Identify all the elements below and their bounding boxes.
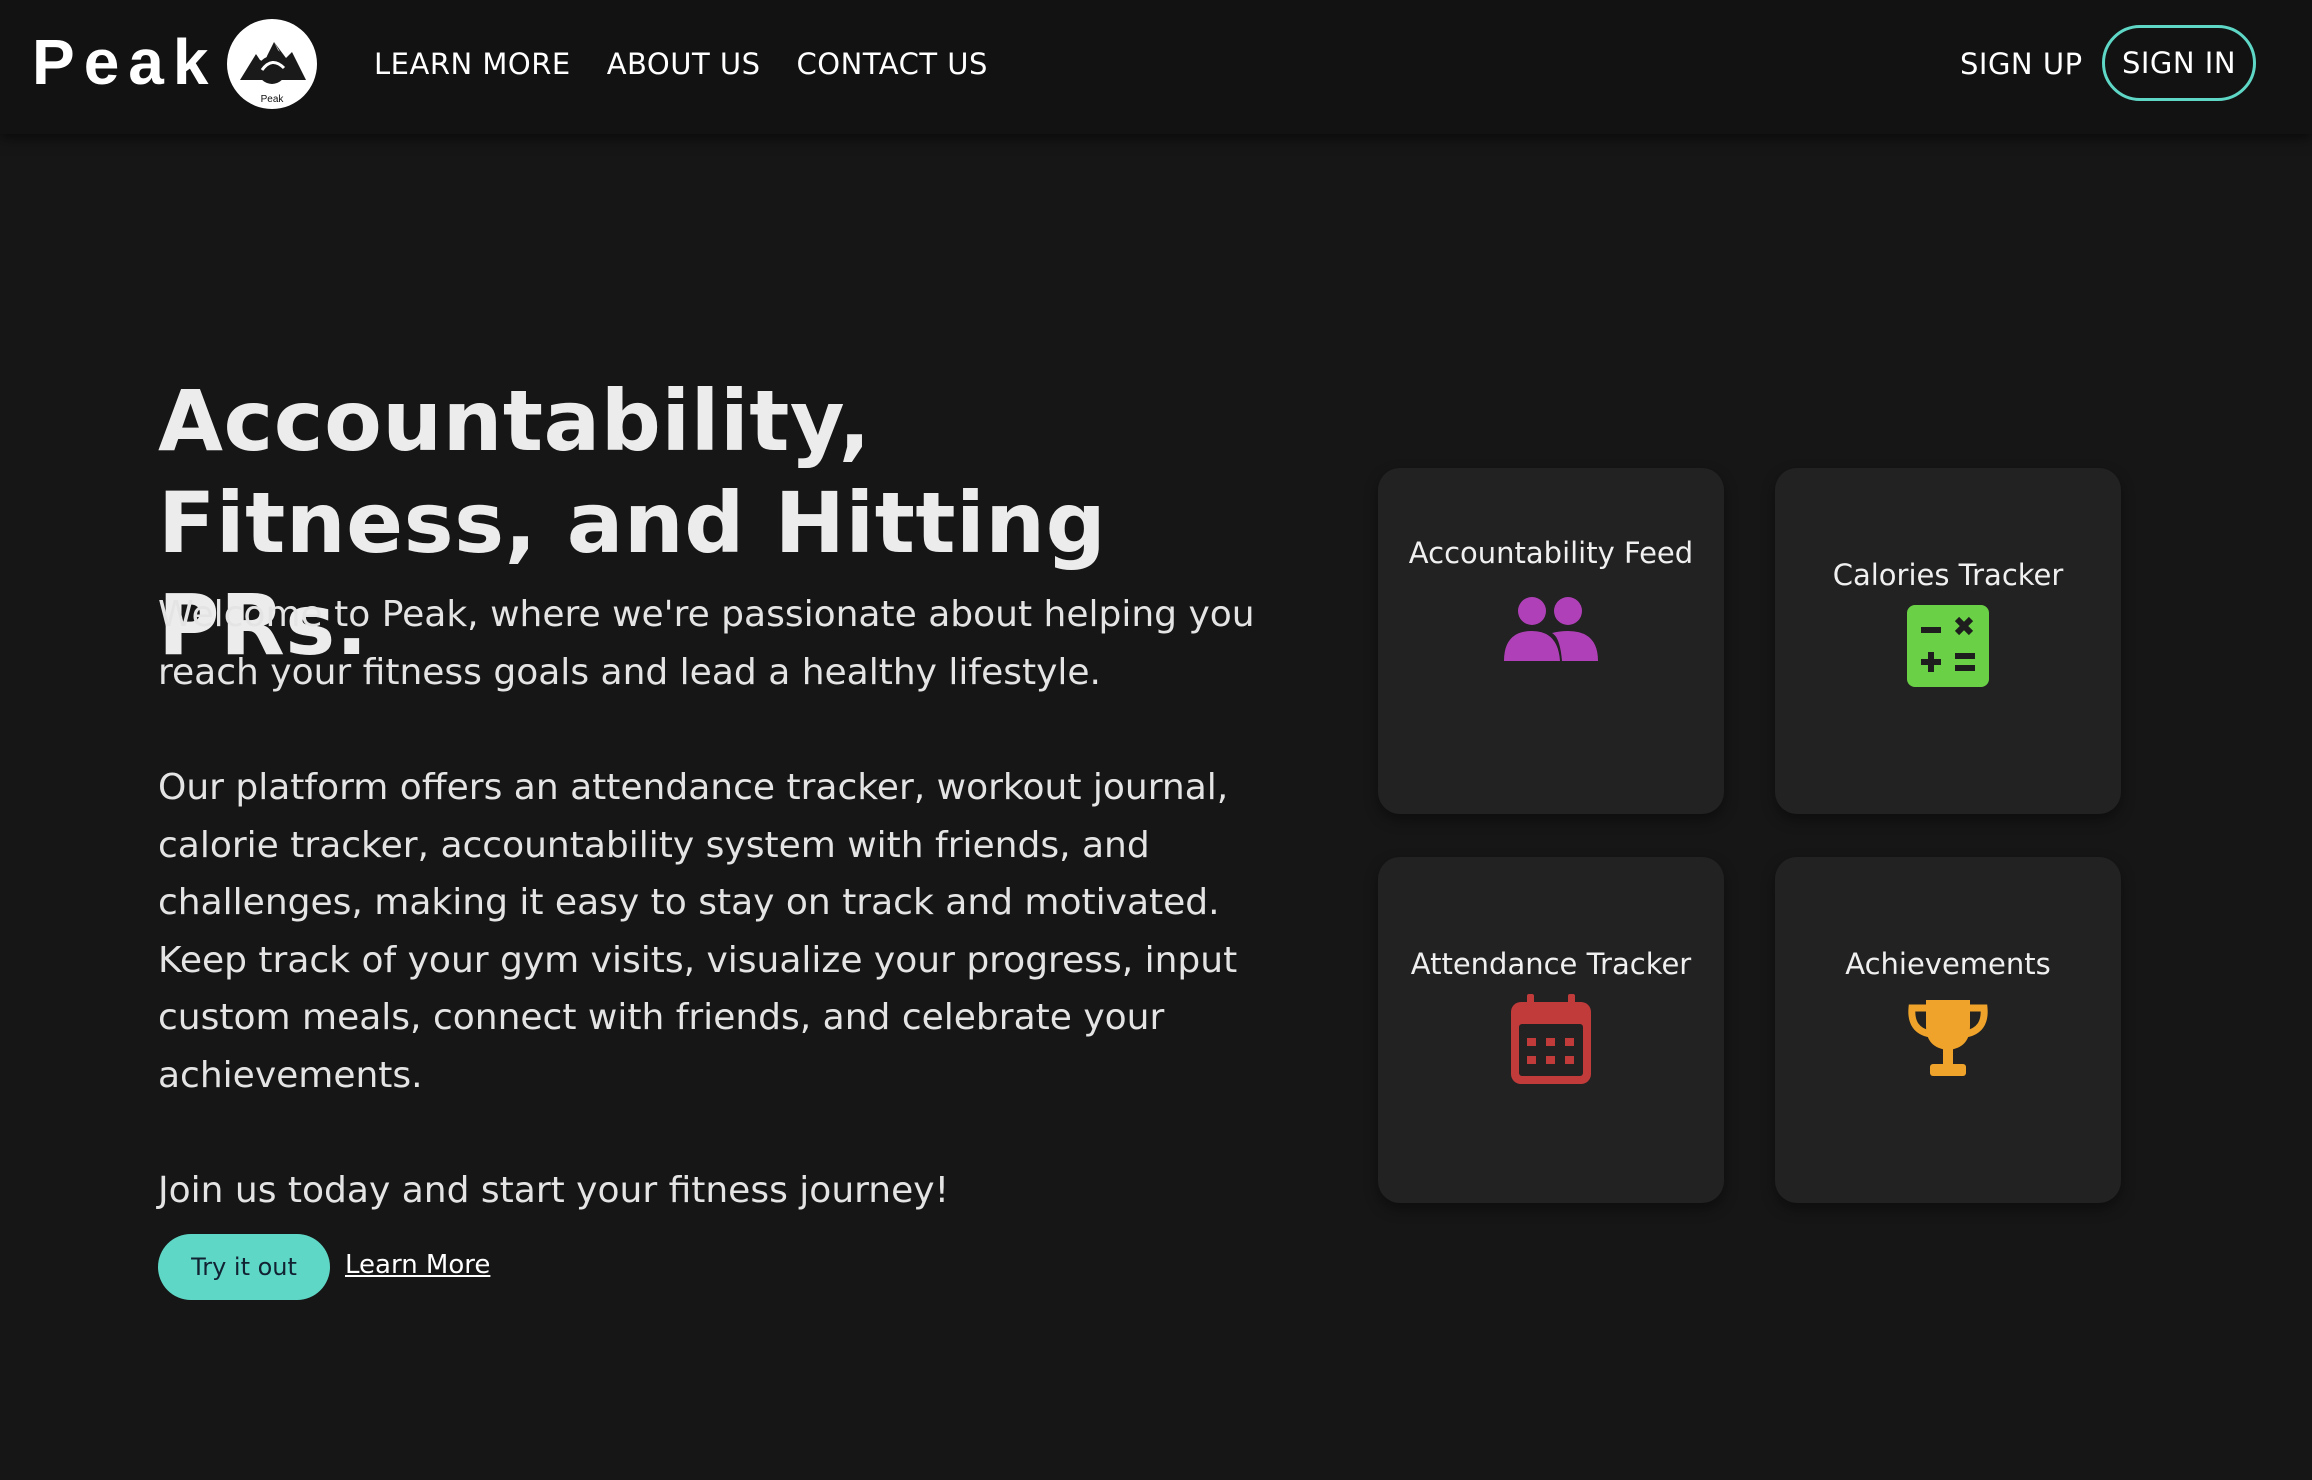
feature-card-label: Attendance Tracker bbox=[1410, 947, 1692, 981]
users-icon bbox=[1504, 597, 1598, 661]
feature-card-calories-tracker[interactable]: Calories Tracker bbox=[1775, 468, 2121, 814]
try-it-out-button[interactable]: Try it out bbox=[158, 1234, 330, 1300]
calendar-icon bbox=[1511, 994, 1591, 1084]
hero-intro: Welcome to Peak, where we're passionate … bbox=[158, 594, 1255, 693]
nav-contact-us[interactable]: CONTACT US bbox=[797, 47, 988, 81]
main-nav: LEARN MORE ABOUT US CONTACT US bbox=[374, 42, 988, 86]
nav-about-us[interactable]: ABOUT US bbox=[607, 47, 761, 81]
top-navbar: Peak Peak LEARN MORE ABOUT US CONTACT US… bbox=[0, 0, 2312, 134]
sign-up-container: SIGN UP bbox=[1960, 42, 2083, 86]
trophy-icon bbox=[1908, 1000, 1988, 1076]
feature-card-label: Achievements bbox=[1845, 947, 2051, 981]
hero-call-to-action: Join us today and start your fitness jou… bbox=[158, 1170, 949, 1211]
feature-card-label: Calories Tracker bbox=[1832, 558, 2064, 592]
feature-card-attendance-tracker[interactable]: Attendance Tracker bbox=[1378, 857, 1724, 1203]
learn-more-link[interactable]: Learn More bbox=[345, 1250, 490, 1280]
feature-card-label: Accountability Feed bbox=[1408, 536, 1694, 570]
logo-text: Peak bbox=[261, 94, 285, 105]
sign-in-button[interactable]: SIGN IN bbox=[2102, 25, 2256, 101]
sign-in-label: SIGN IN bbox=[2121, 46, 2237, 80]
feature-card-achievements[interactable]: Achievements bbox=[1775, 857, 2121, 1203]
brand-name[interactable]: Peak bbox=[32, 26, 217, 98]
peak-logo[interactable]: Peak bbox=[226, 18, 318, 110]
calculator-icon bbox=[1907, 605, 1989, 687]
sign-up-link[interactable]: SIGN UP bbox=[1960, 47, 2083, 81]
feature-card-accountability-feed[interactable]: Accountability Feed bbox=[1378, 468, 1724, 814]
hero-description: Our platform offers an attendance tracke… bbox=[158, 767, 1238, 1096]
nav-learn-more[interactable]: LEARN MORE bbox=[374, 47, 571, 81]
